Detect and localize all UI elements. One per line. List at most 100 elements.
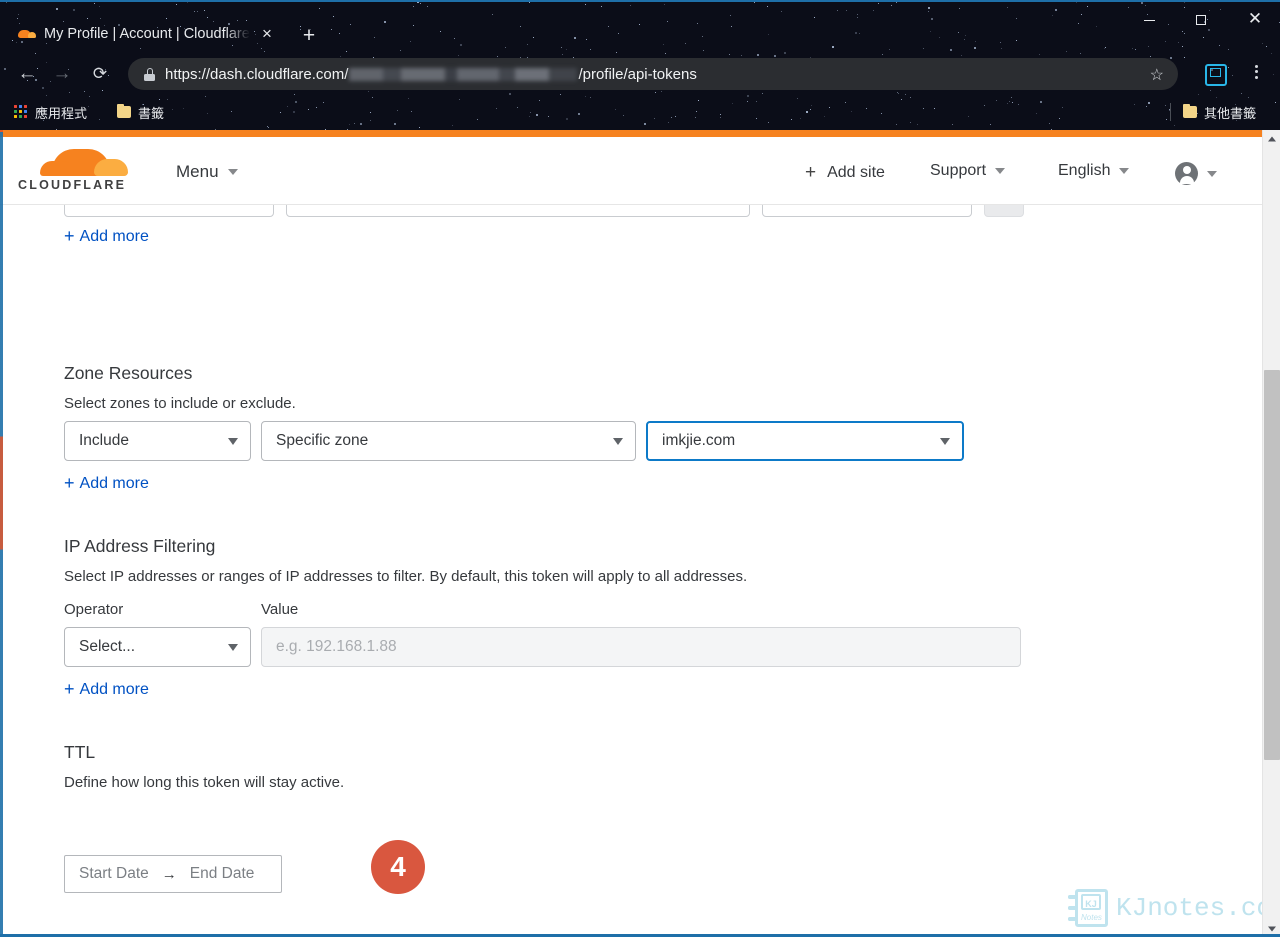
bookmark-other-folder[interactable]: 其他書籤 xyxy=(1183,98,1256,126)
bookmark-folder-bookmarks[interactable]: 書籤 xyxy=(117,98,164,126)
cloudflare-logo[interactable]: CLOUDFLARE xyxy=(18,149,142,195)
forward-arrow-icon[interactable]: → xyxy=(47,56,77,92)
plus-icon: + xyxy=(64,226,75,246)
scroll-up-arrow-icon[interactable] xyxy=(1263,130,1280,147)
navigation-toolbar: ← → ⟳ https://dash.cloudflare.com/ /prof… xyxy=(0,56,1280,94)
chevron-down-icon xyxy=(228,643,238,651)
annotation-left-edge xyxy=(0,130,3,937)
menu-label: Menu xyxy=(176,162,219,181)
bookmarks-bar: 應用程式 書籤 其他書籤 xyxy=(0,98,1280,128)
browser-tab-active[interactable]: My Profile | Account | Cloudflare xyxy=(18,18,250,50)
zone-resources-description: Select zones to include or exclude. xyxy=(64,395,296,412)
url-text: https://dash.cloudflare.com/ xyxy=(165,65,349,83)
token-form-content: + Add more Zone Resources Select zones t… xyxy=(0,177,1262,937)
ip-filtering-title: IP Address Filtering xyxy=(64,536,216,556)
zone-name-select[interactable]: imkjie.com xyxy=(646,421,964,461)
ip-value-input[interactable]: e.g. 192.168.1.88 xyxy=(261,627,1021,667)
cloudflare-header: CLOUDFLARE Menu + Add site Support Engli… xyxy=(0,137,1262,205)
bookmark-other-label: 其他書籤 xyxy=(1204,105,1257,121)
chevron-down-icon xyxy=(995,168,1006,174)
ip-filtering-description: Select IP addresses or ranges of IP addr… xyxy=(64,568,748,585)
chevron-down-icon xyxy=(1119,168,1130,174)
zone-scope-value: Include xyxy=(79,432,129,449)
ip-operator-value: Select... xyxy=(79,638,135,655)
bookmark-folder-label: 書籤 xyxy=(138,105,165,121)
lock-icon xyxy=(144,67,155,81)
scrollbar-thumb[interactable] xyxy=(1264,370,1280,760)
reload-icon[interactable]: ⟳ xyxy=(85,56,115,92)
add-more-label: Add more xyxy=(79,227,149,245)
chevron-down-icon xyxy=(1207,170,1217,177)
zone-resources-title: Zone Resources xyxy=(64,363,193,383)
language-label: English xyxy=(1058,162,1111,179)
address-bar[interactable]: https://dash.cloudflare.com/ /profile/ap… xyxy=(128,58,1178,90)
ttl-start-date: Start Date xyxy=(79,865,149,882)
chevron-down-icon xyxy=(940,437,950,445)
add-more-zones-link[interactable]: + Add more xyxy=(64,473,149,494)
extension-icon[interactable] xyxy=(1205,64,1227,86)
page-viewport: CLOUDFLARE Menu + Add site Support Engli… xyxy=(0,130,1280,937)
value-label: Value xyxy=(261,601,299,618)
support-dropdown[interactable]: Support xyxy=(930,162,1006,180)
bookmarks-separator xyxy=(1170,103,1171,121)
tab-strip: My Profile | Account | Cloudflare × + xyxy=(0,4,1280,48)
avatar-icon xyxy=(1175,162,1198,185)
permissions-row-clipped xyxy=(64,177,1024,219)
ttl-title: TTL xyxy=(64,742,96,762)
kjnotes-badge-icon: KJ Notes xyxy=(1068,887,1110,929)
folder-icon xyxy=(1183,103,1197,118)
kjnotes-watermark: KJ Notes KJnotes.com xyxy=(1068,884,1280,932)
add-more-label: Add more xyxy=(79,680,149,698)
page-scrollbar[interactable] xyxy=(1262,130,1280,937)
zone-type-select[interactable]: Specific zone xyxy=(261,421,636,461)
bookmark-apps-label: 應用程式 xyxy=(35,105,88,121)
browser-chrome: My Profile | Account | Cloudflare × + ✕ … xyxy=(0,0,1280,130)
zone-scope-select[interactable]: Include xyxy=(64,421,251,461)
watermark-text: KJnotes.com xyxy=(1116,893,1280,923)
badge-initials: KJ xyxy=(1081,894,1101,910)
add-more-permissions-link[interactable]: + Add more xyxy=(64,226,149,247)
add-more-ip-link[interactable]: + Add more xyxy=(64,679,149,700)
chevron-down-icon xyxy=(227,169,238,175)
back-arrow-icon[interactable]: ← xyxy=(12,56,42,92)
ttl-end-date: End Date xyxy=(189,865,255,882)
window-top-border xyxy=(0,0,1280,2)
ip-value-placeholder: e.g. 192.168.1.88 xyxy=(276,638,397,655)
step-number-marker: 4 xyxy=(371,840,425,894)
badge-subtext: Notes xyxy=(1081,913,1102,922)
url-redacted-blur xyxy=(349,67,578,81)
chevron-down-icon xyxy=(228,437,238,445)
cloudflare-favicon-icon xyxy=(18,27,36,41)
folder-icon xyxy=(117,103,131,118)
plus-icon: + xyxy=(64,679,75,699)
ttl-description: Define how long this token will stay act… xyxy=(64,774,345,791)
chevron-down-icon xyxy=(613,437,623,445)
add-more-label: Add more xyxy=(79,474,149,492)
add-site-label: Add site xyxy=(827,164,885,181)
account-dropdown[interactable] xyxy=(1175,162,1217,185)
ip-operator-select[interactable]: Select... xyxy=(64,627,251,667)
operator-label: Operator xyxy=(64,601,124,618)
window-minimize-button[interactable] xyxy=(1126,4,1172,34)
zone-name-value: imkjie.com xyxy=(662,432,736,449)
menu-dropdown[interactable]: Menu xyxy=(176,162,238,182)
window-maximize-button[interactable] xyxy=(1178,4,1224,34)
tab-title: My Profile | Account | Cloudflare xyxy=(44,26,250,42)
arrow-right-icon: → xyxy=(161,865,177,883)
support-label: Support xyxy=(930,162,987,179)
add-site-button[interactable]: + Add site xyxy=(805,162,885,184)
window-close-button[interactable]: ✕ xyxy=(1232,4,1278,34)
cloudflare-accent-bar xyxy=(0,130,1262,137)
new-tab-icon[interactable]: + xyxy=(298,25,320,48)
plus-icon: + xyxy=(64,473,75,493)
bookmark-apps[interactable]: 應用程式 xyxy=(14,98,87,126)
ttl-date-range-picker[interactable]: Start Date → End Date xyxy=(64,855,282,893)
browser-menu-icon[interactable] xyxy=(1246,62,1266,88)
apps-grid-icon xyxy=(14,105,28,119)
language-dropdown[interactable]: English xyxy=(1058,162,1130,180)
cloudflare-wordmark: CLOUDFLARE xyxy=(18,178,127,192)
zone-type-value: Specific zone xyxy=(276,432,369,449)
close-tab-icon[interactable]: × xyxy=(258,25,276,44)
plus-icon: + xyxy=(805,162,817,183)
bookmark-star-icon[interactable]: ☆ xyxy=(1150,65,1164,85)
